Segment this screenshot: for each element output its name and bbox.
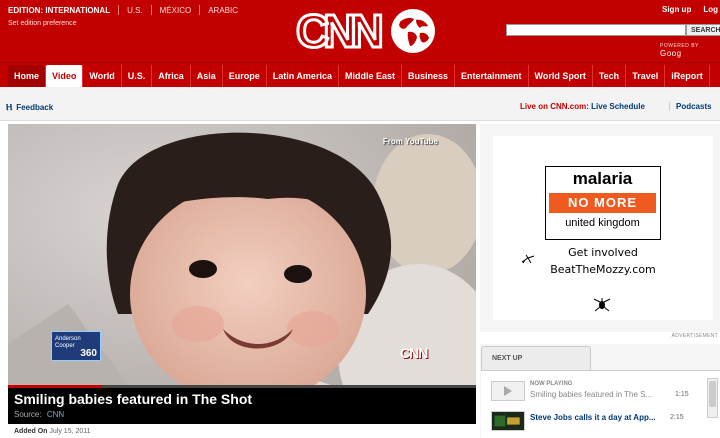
- advertisement-label: ADVERTISEMENT: [671, 333, 718, 339]
- scroll-thumb[interactable]: [709, 381, 716, 407]
- added-on: Added On July 15, 2011: [14, 428, 91, 435]
- edition-link-arabic[interactable]: ARABIC: [208, 6, 238, 15]
- list-scrollbar[interactable]: [707, 378, 718, 418]
- powered-by-google: POWERED BY Goog: [660, 43, 720, 58]
- badge-line2: Cooper: [55, 343, 75, 349]
- ad-get-involved: Get involved: [568, 246, 638, 259]
- nav-item-home[interactable]: Home: [8, 65, 47, 87]
- edition-bar: EDITION: INTERNATIONAL U.S. MÉXICO ARABI…: [8, 5, 238, 15]
- video-source: Source: CNN: [14, 410, 64, 419]
- now-playing-label: NOW PLAYING: [530, 381, 573, 387]
- account-links: Sign up Log: [662, 5, 718, 14]
- video-player[interactable]: From YouTube Anderson Cooper 360 CNN Smi…: [8, 124, 476, 424]
- search-button[interactable]: SEARCH: [686, 24, 720, 36]
- nav-item-business[interactable]: Business: [402, 65, 455, 87]
- nav-item-world-sport[interactable]: World Sport: [529, 65, 593, 87]
- ad-site-link[interactable]: BeatTheMozzy.com: [493, 263, 713, 276]
- tab-next-up[interactable]: NEXT UP: [481, 346, 591, 370]
- progress-fill: [8, 385, 102, 388]
- show-badge: Anderson Cooper 360: [51, 331, 101, 361]
- video-caption-bar: Smiling babies featured in The Shot Sour…: [8, 385, 476, 424]
- list-item-duration: 2:15: [670, 414, 684, 421]
- badge-line1: Anderson: [55, 336, 81, 342]
- nav-item-tech[interactable]: Tech: [593, 65, 627, 87]
- nav-item-video[interactable]: Video: [46, 65, 84, 87]
- nav-item-entertainment[interactable]: Entertainment: [455, 65, 529, 87]
- main-nav: Home Video World U.S. Africa Asia Europe…: [0, 62, 720, 87]
- badge-number: 360: [80, 348, 97, 359]
- podcasts-link[interactable]: Podcasts: [669, 102, 712, 111]
- nav-item-ireport[interactable]: iReport: [665, 65, 710, 87]
- cnn-logo-text: CNN: [296, 6, 381, 54]
- ad-headline: malaria: [572, 169, 633, 188]
- ad-logo-box: malaria NO MORE united kingdom: [545, 166, 661, 240]
- video-frame: [8, 124, 476, 424]
- login-link[interactable]: Log: [703, 5, 718, 14]
- nav-item-latin-america[interactable]: Latin America: [267, 65, 339, 87]
- edition-link-mexico[interactable]: MÉXICO: [160, 6, 192, 15]
- video-subbar: Ⲏ Feedback Live on CNN.com: Live Schedul…: [0, 87, 720, 121]
- list-item-duration: 1:15: [675, 391, 689, 398]
- list-item-title: Smiling babies featured in The S...: [530, 390, 653, 399]
- added-label: Added On: [14, 428, 48, 435]
- google-brand: Goog: [660, 49, 682, 58]
- nav-item-europe[interactable]: Europe: [223, 65, 267, 87]
- divider: [118, 5, 120, 15]
- source-label: Source:: [14, 410, 42, 419]
- list-item[interactable]: NOW PLAYING Smiling babies featured in T…: [491, 378, 711, 402]
- nav-item-middle-east[interactable]: Middle East: [339, 65, 402, 87]
- nav-item-travel[interactable]: Travel: [626, 65, 666, 87]
- live-schedule-label: Live Schedule: [591, 102, 645, 111]
- list-item-title: Steve Jobs calls it a day at App...: [530, 413, 656, 422]
- edition-current[interactable]: INTERNATIONAL: [45, 6, 110, 15]
- edition-label: EDITION:: [8, 5, 44, 15]
- mosquito-icon: [593, 298, 611, 312]
- cnn-logo[interactable]: CNN: [294, 6, 389, 54]
- source-link[interactable]: CNN: [47, 410, 64, 419]
- nav-item-asia[interactable]: Asia: [191, 65, 223, 87]
- edition-link-us[interactable]: U.S.: [127, 6, 143, 15]
- divider: [199, 5, 201, 15]
- video-title: Smiling babies featured in The Shot: [14, 391, 253, 407]
- live-schedule-link[interactable]: Live on CNN.com: Live Schedule: [520, 102, 645, 111]
- site-header: EDITION: INTERNATIONAL U.S. MÉXICO ARABI…: [0, 0, 720, 62]
- ad-region: united kingdom: [565, 217, 640, 229]
- live-prefix: Live on CNN.com:: [520, 102, 589, 111]
- nav-item-us[interactable]: U.S.: [122, 65, 153, 87]
- feedback-label: Feedback: [16, 103, 54, 112]
- advertisement[interactable]: malaria NO MORE united kingdom Get invol…: [493, 136, 713, 320]
- divider: [150, 5, 152, 15]
- search-input[interactable]: [506, 24, 686, 36]
- added-date: July 15, 2011: [49, 428, 91, 435]
- feedback-link[interactable]: Ⲏ Feedback: [6, 102, 53, 113]
- set-edition-link[interactable]: Set edition preference: [8, 20, 77, 27]
- youtube-source-overlay: From YouTube: [382, 137, 438, 146]
- video-thumbnail: [491, 381, 525, 401]
- signup-link[interactable]: Sign up: [662, 5, 691, 14]
- video-thumbnail: [491, 411, 525, 431]
- ad-banner: NO MORE: [549, 193, 656, 213]
- list-item[interactable]: Steve Jobs calls it a day at App... 2:15: [491, 408, 711, 432]
- nav-item-africa[interactable]: Africa: [152, 65, 191, 87]
- feedback-icon: Ⲏ: [6, 102, 13, 112]
- play-icon: [504, 386, 512, 396]
- cnn-watermark: CNN: [400, 345, 428, 361]
- globe-icon: [391, 9, 435, 53]
- nav-item-world[interactable]: World: [83, 65, 122, 87]
